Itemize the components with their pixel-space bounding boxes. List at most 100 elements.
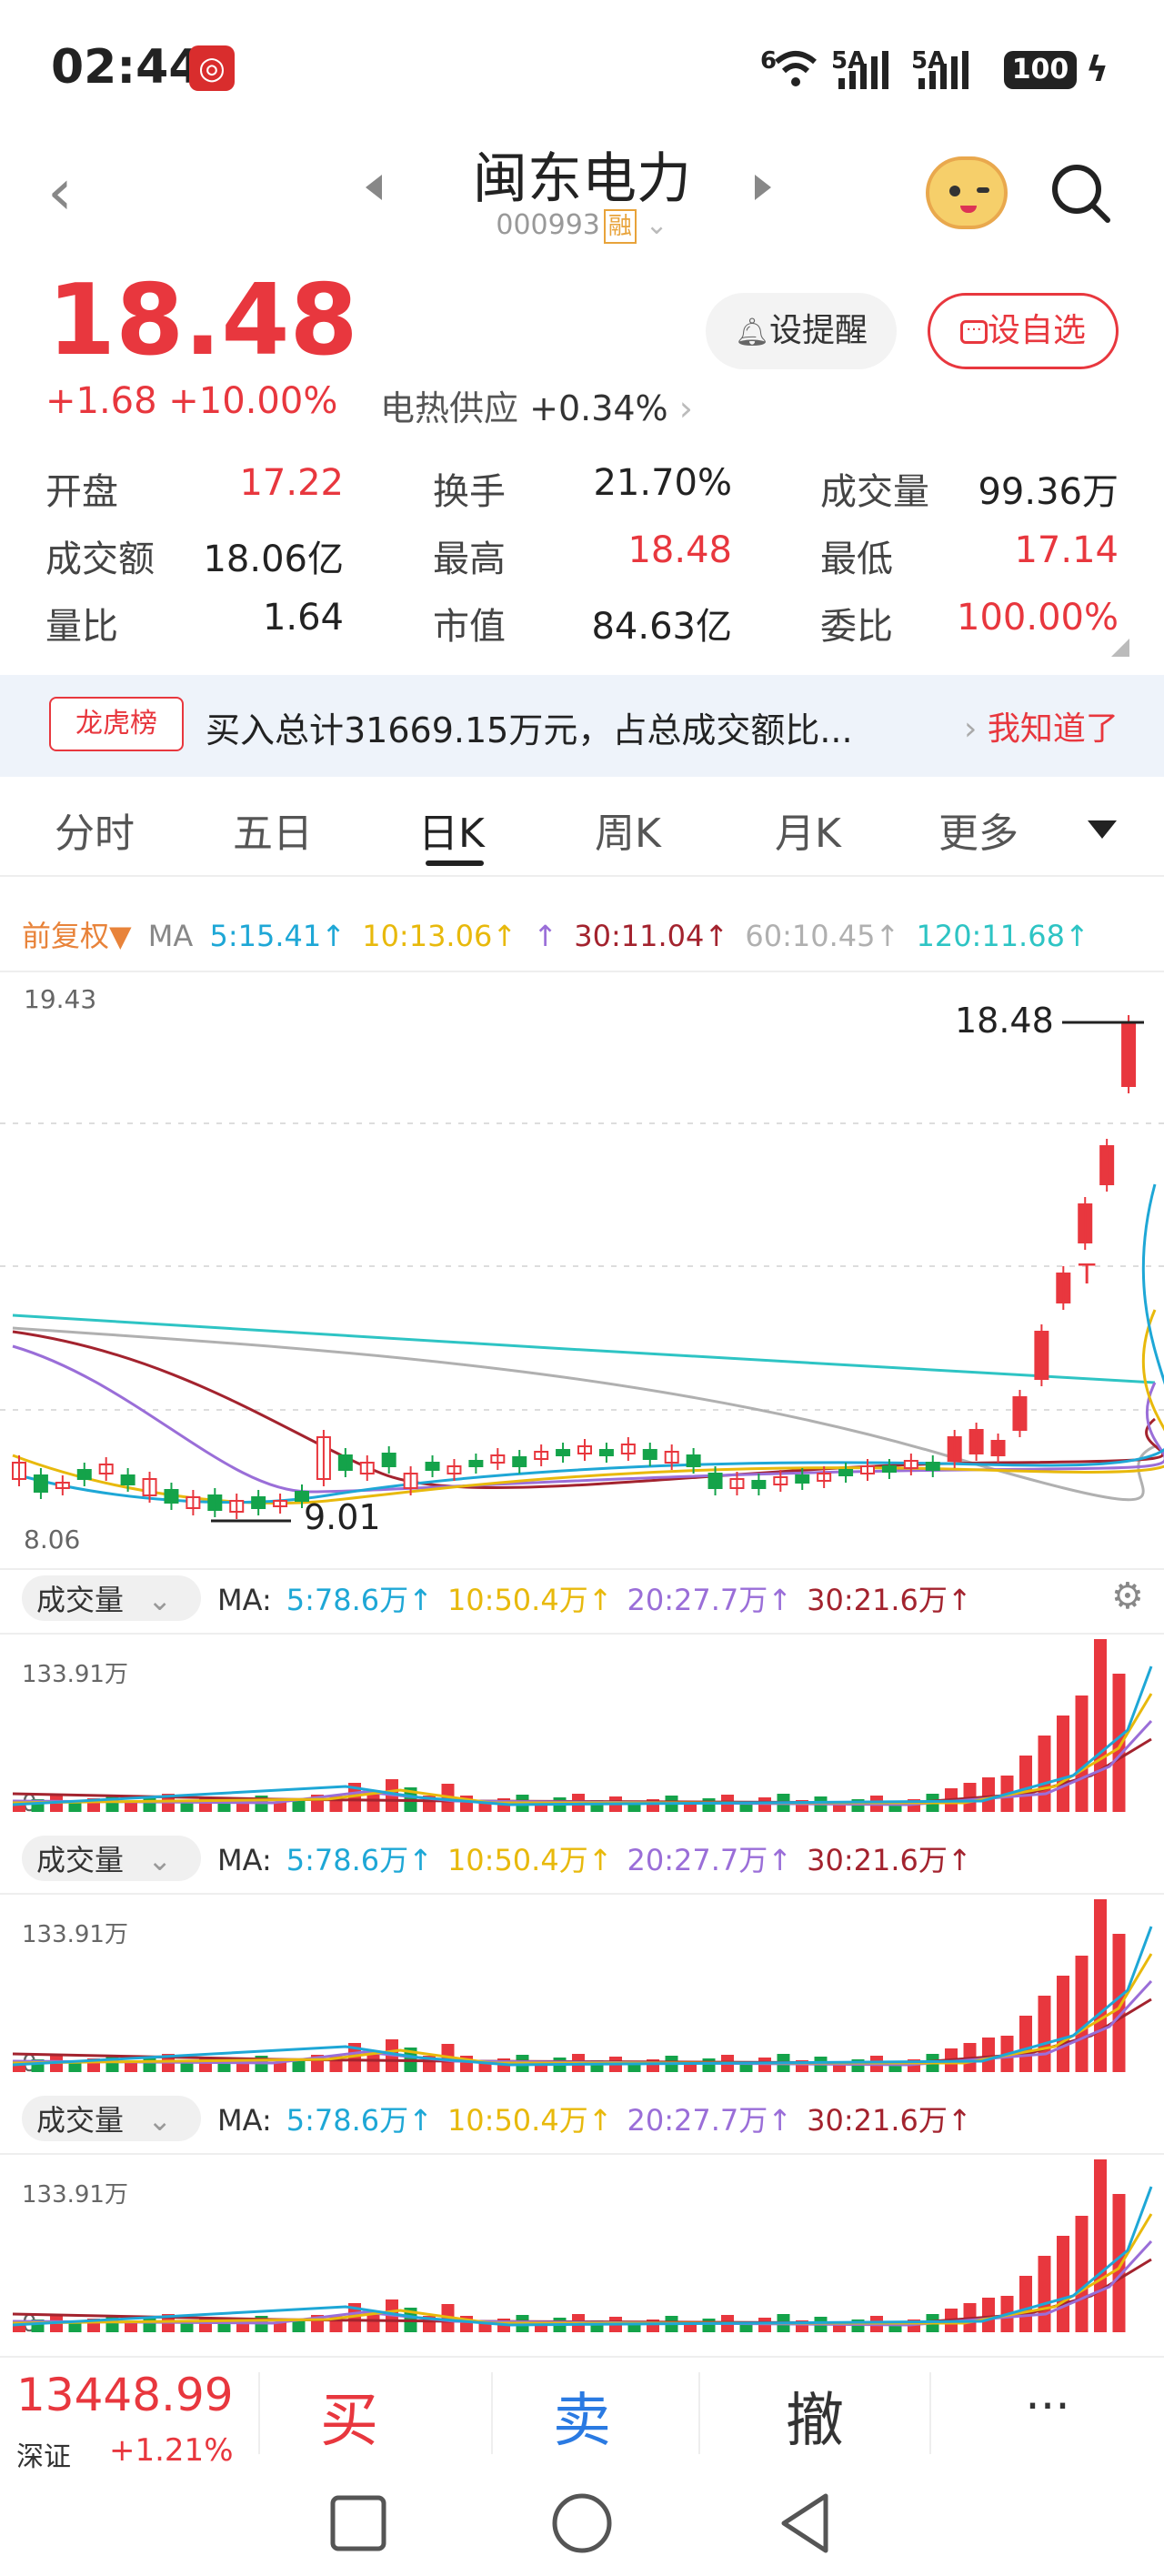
- tab-dropdown-icon[interactable]: [1088, 820, 1117, 839]
- volume-selector[interactable]: 成交量 ⌄: [22, 1575, 201, 1621]
- watchlist-icon: ···: [959, 320, 988, 344]
- divider: [698, 2372, 700, 2454]
- recent-apps-icon[interactable]: [330, 2495, 386, 2551]
- stat-value: 21.70%: [593, 462, 732, 504]
- volume-ma-line: [12, 2258, 1152, 2325]
- volume-ma-line: [12, 1979, 1153, 2067]
- sector-change: +0.34%: [529, 388, 668, 428]
- stat-label: 委比: [820, 606, 893, 648]
- last-price-label: 18.48: [955, 1001, 1054, 1041]
- mascot-avatar-icon[interactable]: [926, 156, 1008, 229]
- buy-button[interactable]: 买: [258, 2374, 440, 2458]
- active-tab-indicator: [426, 860, 484, 866]
- volume-bar: [1038, 1736, 1051, 1812]
- back-icon[interactable]: ‹: [47, 160, 73, 224]
- volume-bar: [1057, 2236, 1069, 2332]
- next-stock-icon[interactable]: [755, 175, 771, 200]
- sell-button[interactable]: 卖: [491, 2374, 673, 2458]
- sector-link[interactable]: 电热供应 +0.34% ›: [380, 380, 693, 430]
- ma30-value: 30:11.04↑: [574, 919, 729, 953]
- stat-value: 17.22: [239, 462, 344, 504]
- volume-bar: [1019, 1756, 1032, 1812]
- tab-weekly-k[interactable]: 周K: [595, 800, 661, 859]
- sector-name: 电热供应: [380, 388, 519, 428]
- stat-value: 18.48: [627, 529, 732, 571]
- home-icon[interactable]: [552, 2493, 612, 2553]
- tab-daily-k[interactable]: 日K: [418, 800, 485, 859]
- vol-ma-label: MA:: [217, 1843, 272, 1877]
- vol-ma20: 20:27.7万↑: [627, 1843, 793, 1877]
- kline-ma-line: [12, 1326, 1156, 1502]
- battery-icon: 100: [1004, 51, 1077, 89]
- price-change: +1.68 +10.00%: [45, 380, 338, 422]
- ma-legend: 前复权▼ MA 5:15.41↑ 10:13.06↑ ↑ 30:11.04↑ 6…: [22, 913, 1097, 955]
- volume-selector[interactable]: 成交量 ⌄: [22, 2096, 201, 2141]
- add-watchlist-button[interactable]: ··· 设自选: [928, 293, 1119, 369]
- stat-value: 99.36万: [978, 471, 1119, 513]
- volume-bar: [702, 2058, 716, 2072]
- volume-bar: [217, 2323, 231, 2332]
- volume-chart[interactable]: [0, 1630, 1164, 1830]
- tab-five-day[interactable]: 五日: [233, 800, 313, 859]
- volume-bar: [1075, 2216, 1089, 2332]
- stock-code[interactable]: 000993 融 ⌄: [400, 209, 764, 244]
- volume-bar: [1075, 1696, 1089, 1812]
- volume-ma-line: [12, 2213, 1153, 2325]
- kline-ma-line: [12, 1313, 1156, 1384]
- divider: [929, 2372, 931, 2454]
- nav-back-icon[interactable]: [781, 2493, 828, 2553]
- search-icon[interactable]: [1048, 160, 1113, 226]
- set-alert-label: 设提醒: [769, 312, 868, 349]
- tab-more[interactable]: 更多: [938, 800, 1018, 859]
- settings-gear-icon[interactable]: ⚙: [1111, 1575, 1144, 1617]
- index-value[interactable]: 13448.99: [16, 2369, 234, 2421]
- volume-chart[interactable]: [0, 2150, 1164, 2350]
- vol-ma-label: MA:: [217, 2103, 272, 2138]
- volume-bar: [217, 2063, 231, 2072]
- expand-corner-icon[interactable]: [1111, 639, 1129, 657]
- index-change: +1.21%: [109, 2432, 234, 2469]
- cancel-order-button[interactable]: 撤: [724, 2374, 906, 2458]
- volume-bar: [143, 1797, 156, 1812]
- more-button[interactable]: ···: [957, 2380, 1139, 2434]
- kline-y-bottom: 8.06: [24, 1524, 81, 1555]
- stat-value: 17.14: [1014, 529, 1119, 571]
- stat-label: 换手: [433, 471, 506, 513]
- chevron-right-icon: ›: [678, 388, 693, 428]
- add-watchlist-label: 设自选: [987, 312, 1086, 349]
- ma20-value: ↑: [533, 919, 558, 953]
- vol-ma5: 5:78.6万↑: [286, 1843, 433, 1877]
- kline-chart[interactable]: [0, 964, 1164, 1574]
- longhubang-text: 买入总计31669.15万元，占总成交额比...: [206, 710, 853, 750]
- volume-bar: [1057, 1976, 1069, 2072]
- volume-ma-line: [12, 2186, 1153, 2327]
- stat-value: 84.63亿: [591, 606, 732, 648]
- prev-stock-icon[interactable]: [366, 175, 382, 200]
- tab-intraday[interactable]: 分时: [55, 800, 135, 859]
- volume-bar: [1019, 2016, 1032, 2072]
- low-price-label: 9.01: [304, 1497, 381, 1537]
- set-alert-button[interactable]: 🔔︎设提醒: [706, 293, 897, 369]
- volume-bar: [702, 2319, 716, 2332]
- sim2-signal-icon: [918, 51, 968, 89]
- current-price: 18.48: [47, 264, 358, 377]
- volume-ma-line: [12, 1737, 1152, 1805]
- vol-ma30: 30:21.6万↑: [807, 1843, 972, 1877]
- longhubang-tag: 龙虎榜: [49, 697, 184, 751]
- volume-bar: [1112, 1934, 1126, 2072]
- volume-bar: [217, 1803, 231, 1812]
- dismiss-banner-button[interactable]: › 我知道了: [964, 702, 1119, 750]
- volume-selector[interactable]: 成交量 ⌄: [22, 1836, 201, 1881]
- volume-bar: [1038, 2256, 1051, 2332]
- tab-monthly-k[interactable]: 月K: [775, 800, 841, 859]
- stat-value: 18.06亿: [203, 538, 344, 580]
- volume-ma-line: [12, 1997, 1152, 2065]
- bank-app-icon: ◎: [189, 45, 235, 91]
- t-marker: T: [1079, 1259, 1096, 1291]
- adjust-selector[interactable]: 前复权▼: [22, 919, 132, 953]
- stat-value: 100.00%: [957, 597, 1119, 639]
- index-name: 深证: [16, 2441, 71, 2473]
- volume-chart[interactable]: [0, 1890, 1164, 2090]
- vol-ma10: 10:50.4万↑: [447, 2103, 613, 2138]
- volume-ma-line: [12, 1926, 1153, 2067]
